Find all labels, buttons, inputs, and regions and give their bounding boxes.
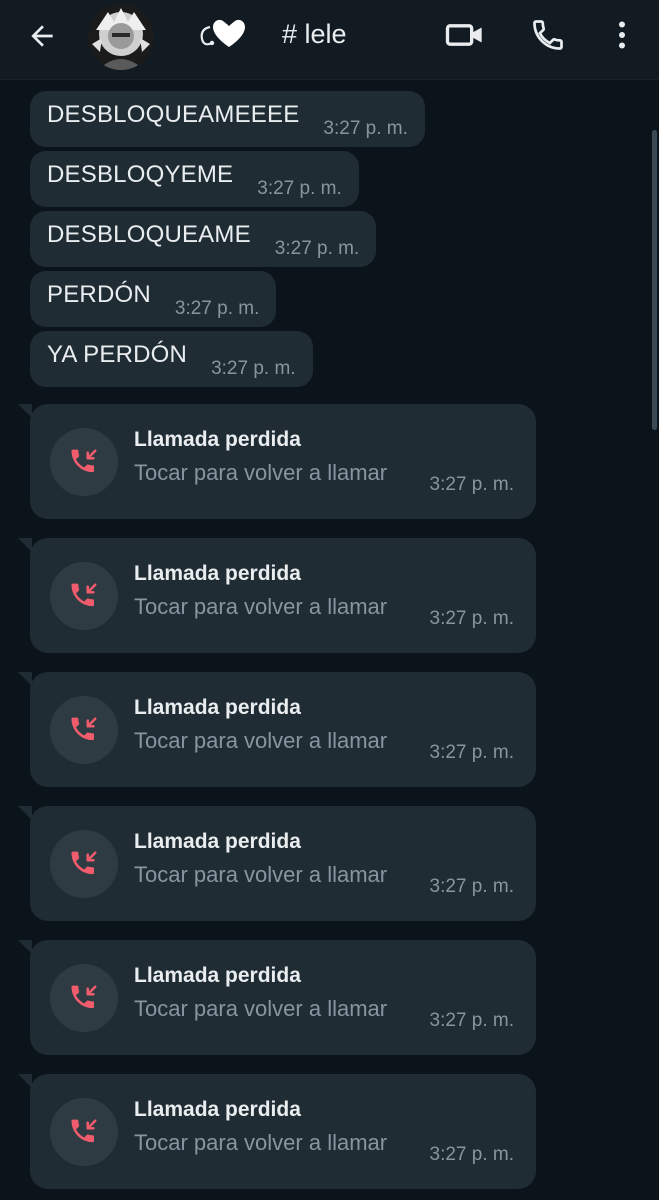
missed-call-subtitle: Tocar para volver a llamar xyxy=(134,460,388,485)
bubble-tail xyxy=(18,672,32,686)
message-time: 3:27 p. m. xyxy=(174,298,260,319)
missed-call-title: Llamada perdida xyxy=(134,964,301,987)
message-bubble[interactable]: PERDÓN 3:27 p. m. xyxy=(30,271,277,327)
missed-call-card[interactable]: Llamada perdida Tocar para volver a llam… xyxy=(18,404,536,519)
bubble-tail xyxy=(18,940,32,954)
message-text: PERDÓN xyxy=(47,281,151,308)
missed-call-time: 3:27 p. m. xyxy=(429,1144,515,1165)
message-time: 3:27 p. m. xyxy=(211,358,296,379)
contact-name[interactable]: # lele xyxy=(196,14,347,54)
scrollbar[interactable] xyxy=(652,130,657,430)
back-arrow-icon[interactable] xyxy=(22,16,62,56)
bubble-tail xyxy=(18,806,32,820)
message-text: DESBLOQUEAMEEEE xyxy=(47,101,300,128)
message-bubble[interactable]: YA PERDÓN 3:27 p. m. xyxy=(30,331,313,387)
missed-call-icon xyxy=(50,428,118,496)
missed-call-icon xyxy=(50,964,118,1032)
message-text: DESBLOQUEAME xyxy=(47,221,251,248)
voice-call-icon[interactable] xyxy=(526,13,570,57)
missed-call-title: Llamada perdida xyxy=(134,696,301,719)
missed-call-subtitle: Tocar para volver a llamar xyxy=(134,728,388,753)
message-time: 3:27 p. m. xyxy=(323,118,408,139)
missed-call-subtitle: Tocar para volver a llamar xyxy=(134,862,388,887)
missed-call-time: 3:27 p. m. xyxy=(429,474,515,495)
missed-call-time: 3:27 p. m. xyxy=(429,1010,515,1031)
missed-call-card[interactable]: Llamada perdida Tocar para volver a llam… xyxy=(18,1074,536,1189)
message-text: YA PERDÓN xyxy=(47,341,188,368)
missed-call-subtitle: Tocar para volver a llamar xyxy=(134,996,388,1021)
missed-call-title: Llamada perdida xyxy=(134,830,301,853)
message-time: 3:27 p. m. xyxy=(274,238,360,259)
chat-header: # lele xyxy=(0,0,659,80)
missed-call-time: 3:27 p. m. xyxy=(429,742,515,763)
missed-call-card[interactable]: Llamada perdida Tocar para volver a llam… xyxy=(18,672,536,787)
message-bubble[interactable]: DESBLOQYEME 3:27 p. m. xyxy=(30,151,359,207)
video-call-icon[interactable] xyxy=(443,13,487,57)
missed-call-title: Llamada perdida xyxy=(134,428,301,451)
missed-call-title: Llamada perdida xyxy=(134,1098,301,1121)
bubble-tail xyxy=(18,1074,32,1088)
missed-call-subtitle: Tocar para volver a llamar xyxy=(134,594,388,619)
missed-call-card[interactable]: Llamada perdida Tocar para volver a llam… xyxy=(18,940,536,1055)
message-time: 3:27 p. m. xyxy=(257,178,342,199)
missed-call-icon xyxy=(50,830,118,898)
missed-call-icon xyxy=(50,562,118,630)
message-bubble[interactable]: DESBLOQUEAMEEEE 3:27 p. m. xyxy=(30,91,425,147)
missed-call-subtitle: Tocar para volver a llamar xyxy=(134,1130,388,1155)
missed-call-card[interactable]: Llamada perdida Tocar para volver a llam… xyxy=(18,538,536,653)
missed-call-time: 3:27 p. m. xyxy=(429,876,515,897)
missed-call-title: Llamada perdida xyxy=(134,562,301,585)
more-vert-icon[interactable] xyxy=(600,13,644,57)
missed-call-icon xyxy=(50,1098,118,1166)
contact-name-text: # lele xyxy=(282,18,347,49)
avatar[interactable] xyxy=(88,4,154,70)
bubble-tail xyxy=(18,404,32,418)
missed-call-card[interactable]: Llamada perdida Tocar para volver a llam… xyxy=(18,806,536,921)
message-bubble[interactable]: DESBLOQUEAME 3:27 p. m. xyxy=(30,211,377,267)
missed-call-time: 3:27 p. m. xyxy=(429,608,515,629)
missed-call-icon xyxy=(50,696,118,764)
heart-decoration-icon xyxy=(196,17,248,51)
message-text: DESBLOQYEME xyxy=(47,161,234,188)
bubble-tail xyxy=(18,538,32,552)
